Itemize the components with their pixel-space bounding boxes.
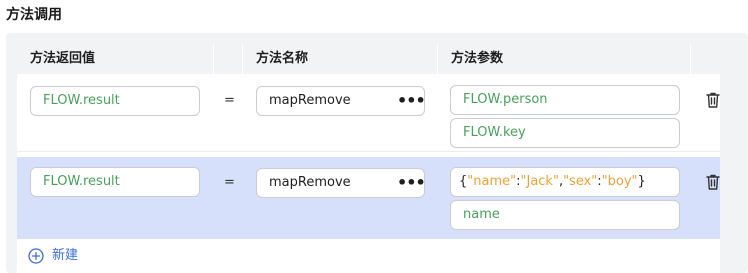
method-name-value: mapRemove: [269, 93, 351, 108]
header-method-params: 方法参数: [451, 51, 504, 66]
table-row: FLOW.result = mapRemove ••• FLOW.person …: [17, 74, 720, 152]
equals-sign: =: [224, 93, 235, 108]
method-name-value: mapRemove: [269, 175, 351, 190]
section-title: 方法调用: [6, 7, 62, 23]
trash-icon[interactable]: [705, 91, 721, 109]
json-key: "name": [467, 174, 517, 189]
header-return-value: 方法返回值: [30, 51, 96, 66]
json-value: "Jack": [520, 174, 559, 189]
header-divider: [690, 44, 691, 74]
table-header: 方法返回值 方法名称 方法参数: [17, 44, 720, 74]
param-field[interactable]: name: [450, 200, 680, 230]
more-horizontal-icon[interactable]: •••: [397, 93, 426, 109]
json-value: "boy": [601, 174, 638, 189]
table-row: FLOW.result = mapRemove ••• {"name":"Jac…: [17, 157, 720, 239]
plus-circle-icon: [28, 248, 44, 264]
json-brace: }: [637, 174, 646, 189]
param-json-field[interactable]: {"name":"Jack","sex":"boy"}: [450, 167, 680, 197]
add-button-label: 新建: [52, 248, 79, 263]
equals-sign: =: [224, 175, 235, 190]
return-value-field[interactable]: FLOW.result: [30, 86, 200, 116]
header-divider: [242, 44, 243, 74]
method-call-table: 方法返回值 方法名称 方法参数 FLOW.result = mapRemove …: [17, 44, 720, 273]
json-key: "sex": [563, 174, 598, 189]
header-method-name: 方法名称: [256, 51, 309, 66]
header-divider: [437, 44, 438, 74]
more-horizontal-icon[interactable]: •••: [397, 175, 426, 191]
header-divider: [213, 44, 214, 74]
trash-icon[interactable]: [705, 173, 721, 191]
param-field[interactable]: FLOW.person: [450, 85, 680, 115]
param-field[interactable]: FLOW.key: [450, 118, 680, 148]
return-value-field[interactable]: FLOW.result: [30, 167, 200, 197]
add-button[interactable]: 新建: [28, 246, 78, 266]
